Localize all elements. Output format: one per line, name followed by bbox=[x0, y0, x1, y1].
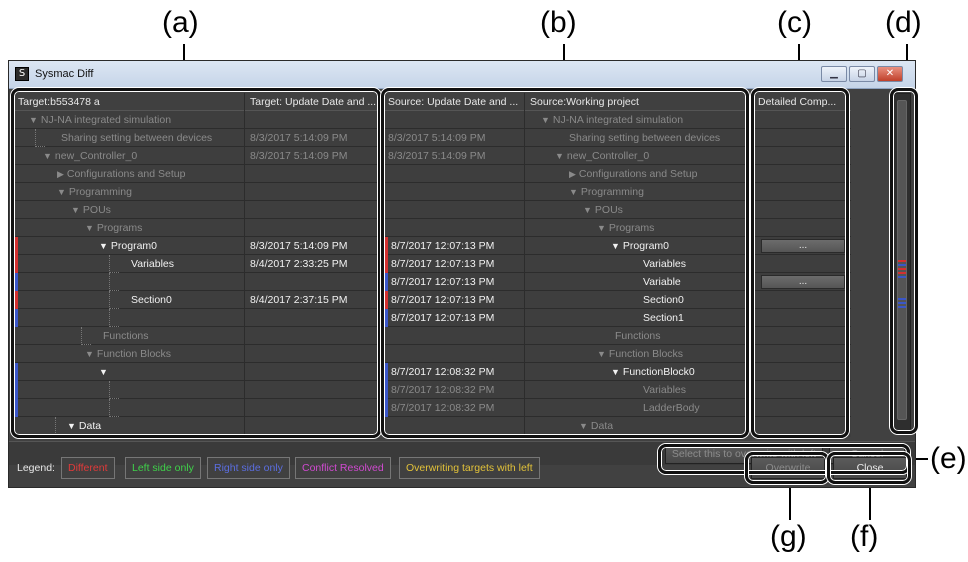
callout-b: (b) bbox=[540, 6, 577, 39]
legend-different: Different bbox=[61, 457, 115, 479]
callout-f: (f) bbox=[850, 520, 879, 553]
callout-g: (g) bbox=[770, 520, 807, 553]
annotation-frame-a bbox=[11, 88, 381, 438]
maximize-icon[interactable]: ▢ bbox=[849, 66, 875, 82]
annotation-frame-d bbox=[890, 88, 918, 434]
legend-left-only: Left side only bbox=[125, 457, 201, 479]
leader-line-g bbox=[789, 484, 791, 520]
annotation-frame-b bbox=[381, 88, 749, 438]
callout-e: (e) bbox=[930, 442, 967, 475]
callout-c: (c) bbox=[777, 6, 812, 39]
callout-d: (d) bbox=[885, 6, 922, 39]
leader-line-f bbox=[869, 484, 871, 520]
window-title: Sysmac Diff bbox=[35, 68, 94, 80]
legend-right-only: Right side only bbox=[207, 457, 290, 479]
legend-label: Legend: bbox=[17, 462, 55, 474]
annotation-frame-f bbox=[827, 452, 911, 484]
minimize-icon[interactable]: ▁ bbox=[821, 66, 847, 82]
callout-a: (a) bbox=[162, 6, 199, 39]
annotation-frame-c bbox=[751, 88, 849, 438]
close-window-icon[interactable]: ✕ bbox=[877, 66, 903, 82]
title-bar[interactable]: S Sysmac Diff ▁ ▢ ✕ bbox=[9, 61, 915, 89]
sysmac-app-icon: S bbox=[15, 67, 29, 81]
annotation-frame-g bbox=[745, 452, 829, 484]
legend-overwriting-targets: Overwriting targets with left bbox=[399, 457, 540, 479]
legend-conflict-resolved: Conflict Resolved bbox=[295, 457, 391, 479]
